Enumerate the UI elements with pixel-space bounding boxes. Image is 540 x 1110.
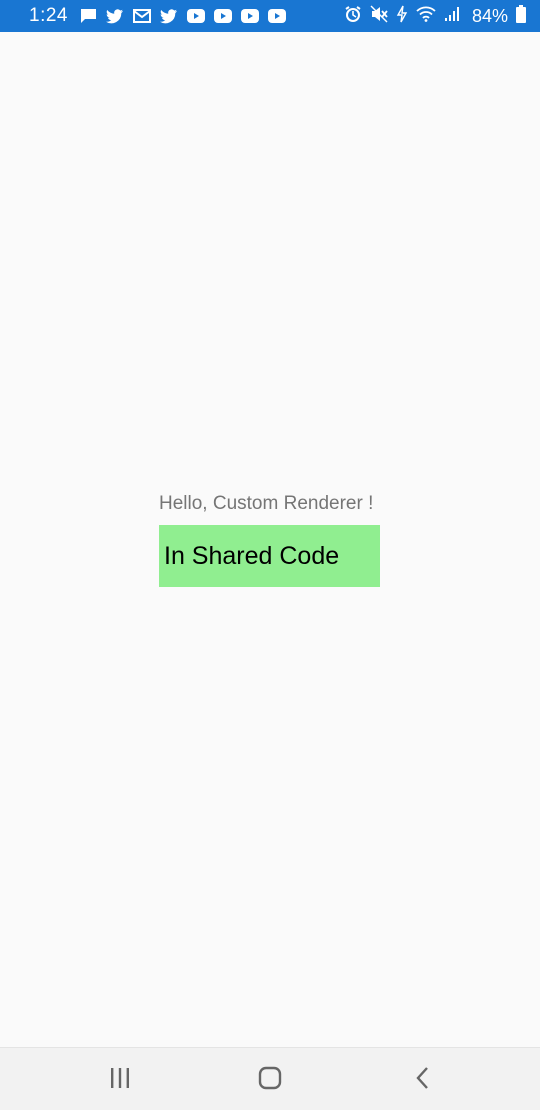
navigation-bar bbox=[0, 1047, 540, 1110]
back-button[interactable] bbox=[408, 1065, 438, 1095]
home-icon bbox=[258, 1066, 282, 1095]
notification-icons bbox=[80, 8, 286, 24]
youtube-icon bbox=[186, 9, 205, 23]
mute-icon bbox=[370, 5, 388, 28]
hello-label: Hello, Custom Renderer ! bbox=[159, 493, 374, 514]
status-bar: 1:24 84% bbox=[0, 0, 540, 32]
alarm-icon bbox=[344, 5, 362, 28]
recents-button[interactable] bbox=[105, 1065, 135, 1095]
recents-icon bbox=[108, 1067, 132, 1094]
home-button[interactable] bbox=[255, 1065, 285, 1095]
gmail-icon bbox=[132, 8, 151, 24]
youtube-icon bbox=[213, 9, 232, 23]
back-icon bbox=[413, 1066, 433, 1095]
shared-code-label: In Shared Code bbox=[164, 541, 340, 570]
data-saver-icon bbox=[396, 5, 408, 28]
battery-percent: 84% bbox=[471, 5, 508, 26]
wifi-icon bbox=[416, 6, 436, 27]
message-icon bbox=[80, 8, 97, 24]
twitter-icon bbox=[105, 8, 124, 24]
system-icons: 84% bbox=[344, 4, 526, 28]
twitter-icon bbox=[159, 8, 178, 24]
youtube-icon bbox=[240, 9, 259, 23]
battery-icon bbox=[516, 4, 526, 28]
shared-code-label-box: In Shared Code bbox=[159, 525, 380, 587]
status-time: 1:24 bbox=[29, 5, 68, 26]
youtube-icon bbox=[267, 9, 286, 23]
signal-icon bbox=[444, 6, 460, 27]
